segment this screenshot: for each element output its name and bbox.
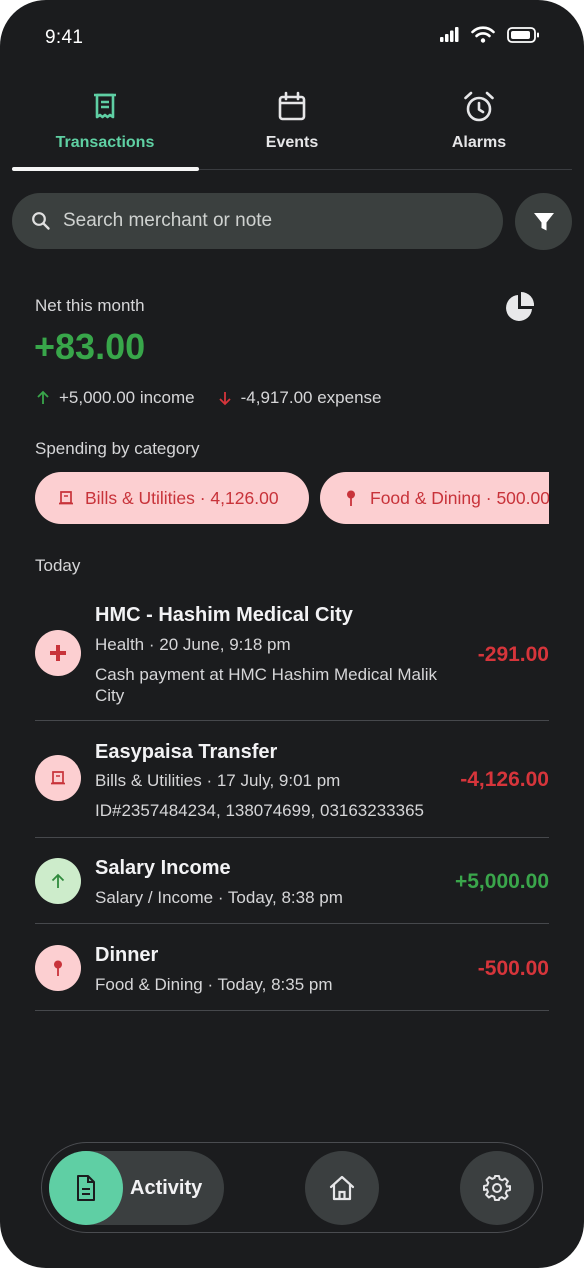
- phone-screen: 9:41 Transactions Events Alarms Search m…: [0, 0, 584, 1268]
- tab-label: Transactions: [55, 134, 155, 151]
- transaction-amount: -500.00: [477, 957, 549, 980]
- expense-amount: -4,917.00 expense: [240, 388, 382, 407]
- tab-transactions[interactable]: Transactions: [12, 86, 198, 170]
- arrow-down-icon: [219, 392, 231, 406]
- category-avatar: [35, 858, 81, 904]
- transaction-row[interactable]: HMC - Hashim Medical City Health · 20 Ju…: [35, 600, 549, 710]
- divider: [35, 923, 549, 924]
- spending-by-category-label: Spending by category: [35, 439, 200, 458]
- arrow-up-icon: [51, 873, 65, 888]
- category-chip-food[interactable]: Food & Dining · 500.00: [320, 472, 549, 524]
- divider: [35, 1010, 549, 1011]
- transaction-note: Cash payment at HMC Hashim Medical Malik…: [95, 665, 437, 705]
- nav-settings-button[interactable]: [460, 1151, 534, 1225]
- transaction-meta: Salary / Income · Today, 8:38 pm: [95, 888, 343, 907]
- receipt-icon: [51, 771, 65, 785]
- income-amount: +5,000.00 income: [59, 388, 195, 407]
- nav-activity-label[interactable]: Activity: [130, 1177, 202, 1200]
- transaction-meta: Food & Dining · Today, 8:35 pm: [95, 975, 333, 994]
- alarm-clock-icon: [464, 91, 494, 122]
- transaction-meta: Health · 20 June, 9:18 pm: [95, 635, 291, 654]
- status-time: 9:41: [45, 27, 84, 48]
- divider: [35, 720, 549, 721]
- net-month-label: Net this month: [35, 296, 145, 315]
- transaction-title: Salary Income: [95, 857, 231, 879]
- section-today: Today: [35, 556, 81, 575]
- wifi-icon: [471, 26, 495, 43]
- category-avatar: [35, 755, 81, 801]
- transaction-title: Easypaisa Transfer: [95, 741, 278, 763]
- expense-group: -4,917.00 expense: [217, 388, 382, 408]
- plus-cross-icon: [50, 645, 66, 661]
- transaction-amount: -4,126.00: [460, 768, 549, 791]
- tab-indicator: [12, 167, 199, 171]
- divider: [35, 837, 549, 838]
- transaction-title: HMC - Hashim Medical City: [95, 604, 353, 626]
- calendar-icon: [278, 91, 306, 121]
- transaction-amount: -291.00: [477, 643, 549, 666]
- tab-label: Events: [265, 134, 319, 151]
- tab-alarms[interactable]: Alarms: [386, 86, 572, 170]
- nav-activity-icon-circle[interactable]: [49, 1151, 123, 1225]
- transaction-row[interactable]: Dinner Food & Dining · Today, 8:35 pm -5…: [35, 940, 549, 1006]
- pin-icon: [54, 960, 62, 976]
- category-avatar: [35, 630, 81, 676]
- receipt-icon: [59, 491, 73, 505]
- filter-button[interactable]: [515, 193, 572, 250]
- chip-label: Food & Dining · 500.00: [370, 487, 549, 508]
- net-value: +83.00: [34, 326, 146, 367]
- chip-label: Bills & Utilities · 4,126.00: [85, 487, 279, 508]
- arrow-up-icon: [37, 390, 49, 404]
- income-expense-row: +5,000.00 income -4,917.00 expense: [35, 388, 381, 408]
- filter-icon: [533, 212, 554, 230]
- receipt-icon: [94, 93, 116, 119]
- pin-icon: [347, 490, 355, 506]
- transaction-meta: Bills & Utilities · 17 July, 9:01 pm: [95, 771, 341, 790]
- category-chips: Bills & Utilities · 4,126.00 Food & Dini…: [0, 460, 549, 540]
- gear-icon: [483, 1175, 511, 1201]
- status-icons: [440, 26, 540, 43]
- category-avatar: [35, 945, 81, 991]
- document-icon: [77, 1175, 95, 1201]
- transaction-row[interactable]: Salary Income Salary / Income · Today, 8…: [35, 854, 549, 920]
- battery-icon: [507, 26, 539, 43]
- tab-label: Alarms: [451, 134, 507, 151]
- search-input[interactable]: [63, 210, 463, 232]
- transaction-note: ID#2357484234, 138074699, 03163233365: [95, 801, 424, 820]
- category-chip-bills[interactable]: Bills & Utilities · 4,126.00: [35, 472, 309, 524]
- transaction-row[interactable]: Easypaisa Transfer Bills & Utilities · 1…: [35, 737, 549, 827]
- transaction-amount: +5,000.00: [454, 870, 549, 893]
- pie-chart-icon[interactable]: [503, 290, 537, 324]
- home-icon: [329, 1175, 355, 1201]
- search-icon: [32, 212, 50, 230]
- tab-events[interactable]: Events: [199, 86, 385, 170]
- signal-icon: [440, 27, 459, 42]
- transaction-title: Dinner: [95, 944, 159, 966]
- search-bar[interactable]: [12, 193, 503, 249]
- nav-home-button[interactable]: [305, 1151, 379, 1225]
